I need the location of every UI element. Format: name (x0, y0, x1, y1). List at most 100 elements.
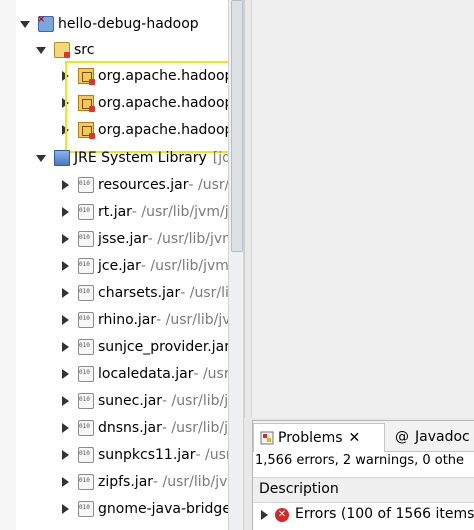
tab-problems-label: Problems (278, 430, 343, 446)
jar-icon (78, 474, 94, 490)
jar-label: jsse.jar (98, 231, 148, 247)
jar-path: - /usr/lib/jvm (162, 393, 228, 409)
tree-item-jre-library[interactable]: JRE System Library [jdk (34, 146, 228, 170)
error-group-label: Errors (100 of 1566 items (295, 506, 474, 522)
expand-collapse-icon[interactable] (58, 394, 72, 408)
expand-collapse-icon[interactable] (58, 232, 72, 246)
highlight-box (65, 61, 228, 153)
javadoc-icon: @ (395, 429, 409, 445)
jre-suffix: [jdk (212, 150, 228, 166)
jar-label: localedata.jar (98, 366, 194, 382)
jar-icon (78, 393, 94, 409)
tree-item-jar[interactable]: jce.jar - /usr/lib/jvm/ (58, 254, 228, 278)
expand-collapse-icon[interactable] (34, 43, 48, 57)
jar-icon (78, 231, 94, 247)
expand-collapse-icon[interactable] (58, 502, 72, 516)
package-explorer: hello-debug-hadoop src org.apache.hadoop… (16, 0, 228, 530)
jar-label: sunjce_provider.jar (98, 339, 228, 355)
editor-area (244, 0, 474, 418)
jar-path: - /usr/lib/jvm/j (131, 204, 228, 220)
tree-item-jar[interactable]: sunec.jar - /usr/lib/jvm (58, 389, 228, 413)
jar-icon (78, 420, 94, 436)
jar-path: - /usr/lib/jvm/ (140, 258, 228, 274)
jar-path: - /usr/lib/jvm (188, 177, 228, 193)
jar-icon (78, 258, 94, 274)
jre-label: JRE System Library (74, 150, 207, 166)
jar-icon (78, 366, 94, 382)
jar-path: - /usr/lib/jvm (156, 312, 228, 328)
library-icon (54, 150, 70, 166)
table-row[interactable]: ✕ Errors (100 of 1566 items (253, 503, 474, 527)
jar-label: rhino.jar (98, 312, 157, 328)
jar-path: - /usr/lib/ (195, 447, 228, 463)
expand-collapse-icon[interactable] (58, 259, 72, 273)
jar-path: - /usr/lib/jvm (161, 420, 228, 436)
jar-label: sunec.jar (98, 393, 163, 409)
jar-icon (78, 285, 94, 301)
tree-item-jar[interactable]: localedata.jar - /usr/lib/ (58, 362, 228, 386)
tree-item-src[interactable]: src (34, 38, 94, 62)
jar-icon (78, 204, 94, 220)
jar-label: zipfs.jar (98, 474, 154, 490)
project-label: hello-debug-hadoop (58, 16, 199, 32)
expand-collapse-icon[interactable] (58, 178, 72, 192)
jar-label: dnsns.jar (98, 420, 162, 436)
problems-icon (260, 431, 274, 445)
tree-item-jar[interactable]: zipfs.jar - /usr/lib/jvm (58, 470, 228, 494)
jar-label: sunpkcs11.jar (98, 447, 196, 463)
scrollbar-thumb[interactable] (231, 0, 243, 252)
problems-tabbar: Problems ✕ @ Javadoc (253, 421, 474, 452)
jar-icon (78, 312, 94, 328)
jar-path: - /usr/lib/jvm (153, 474, 228, 490)
jar-path: - /usr/lib/ (193, 366, 228, 382)
src-label: src (74, 42, 95, 58)
expand-collapse-icon[interactable] (58, 367, 72, 381)
jar-label: resources.jar (98, 177, 189, 193)
expand-collapse-icon[interactable] (18, 17, 32, 31)
tree-item-jar[interactable]: sunjce_provider.jar (58, 335, 228, 359)
expand-collapse-icon[interactable] (58, 421, 72, 435)
left-gutter (0, 0, 17, 530)
editor-surface (251, 0, 474, 418)
expand-collapse-icon[interactable] (58, 448, 72, 462)
tree-item-jar[interactable]: jsse.jar - /usr/lib/jvm/ (58, 227, 228, 251)
jar-label: charsets.jar (98, 285, 181, 301)
jar-label: jce.jar (98, 258, 141, 274)
eclipse-window: hello-debug-hadoop src org.apache.hadoop… (0, 0, 474, 530)
expand-collapse-icon[interactable] (58, 475, 72, 489)
tree-item-jar[interactable]: gnome-java-bridge (58, 497, 228, 521)
jar-icon (78, 447, 94, 463)
table-header: Description (253, 477, 474, 503)
jar-icon (78, 501, 94, 517)
tree-item-jar[interactable]: resources.jar - /usr/lib/jvm (58, 173, 228, 197)
jar-label: gnome-java-bridge (98, 501, 228, 517)
jar-label: rt.jar (98, 204, 132, 220)
expand-collapse-icon[interactable] (58, 286, 72, 300)
tree-item-jar[interactable]: dnsns.jar - /usr/lib/jvm (58, 416, 228, 440)
jar-path: - /usr/lib/jv (180, 285, 228, 301)
explorer-scrollbar[interactable] (228, 0, 244, 530)
problems-summary: 1,566 errors, 2 warnings, 0 othe (255, 453, 465, 468)
tab-problems[interactable]: Problems ✕ (253, 423, 385, 452)
tab-javadoc[interactable]: @ Javadoc (389, 423, 474, 451)
problems-view: Problems ✕ @ Javadoc 1,566 errors, 2 war… (252, 420, 474, 530)
expand-collapse-icon[interactable] (34, 151, 48, 165)
jar-path: - /usr/lib/jvm/ (147, 231, 228, 247)
expand-collapse-icon[interactable] (257, 508, 271, 522)
jar-icon (78, 339, 94, 355)
java-project-error-icon (37, 14, 54, 32)
close-icon[interactable]: ✕ (349, 430, 361, 446)
tree-item-jar[interactable]: charsets.jar - /usr/lib/jv (58, 281, 228, 305)
expand-collapse-icon[interactable] (58, 340, 72, 354)
tree-item-jar[interactable]: rt.jar - /usr/lib/jvm/j (58, 200, 228, 224)
expand-collapse-icon[interactable] (58, 313, 72, 327)
expand-collapse-icon[interactable] (58, 205, 72, 219)
error-icon: ✕ (275, 508, 289, 522)
column-description[interactable]: Description (259, 481, 339, 497)
tree-item-jar[interactable]: sunpkcs11.jar - /usr/lib/ (58, 443, 228, 467)
jar-icon (78, 177, 94, 193)
tree-item-jar[interactable]: rhino.jar - /usr/lib/jvm (58, 308, 228, 332)
tree-item-project[interactable]: hello-debug-hadoop (18, 12, 199, 36)
right-workbench: Problems ✕ @ Javadoc 1,566 errors, 2 war… (244, 0, 474, 530)
tab-javadoc-label: Javadoc (415, 429, 470, 445)
